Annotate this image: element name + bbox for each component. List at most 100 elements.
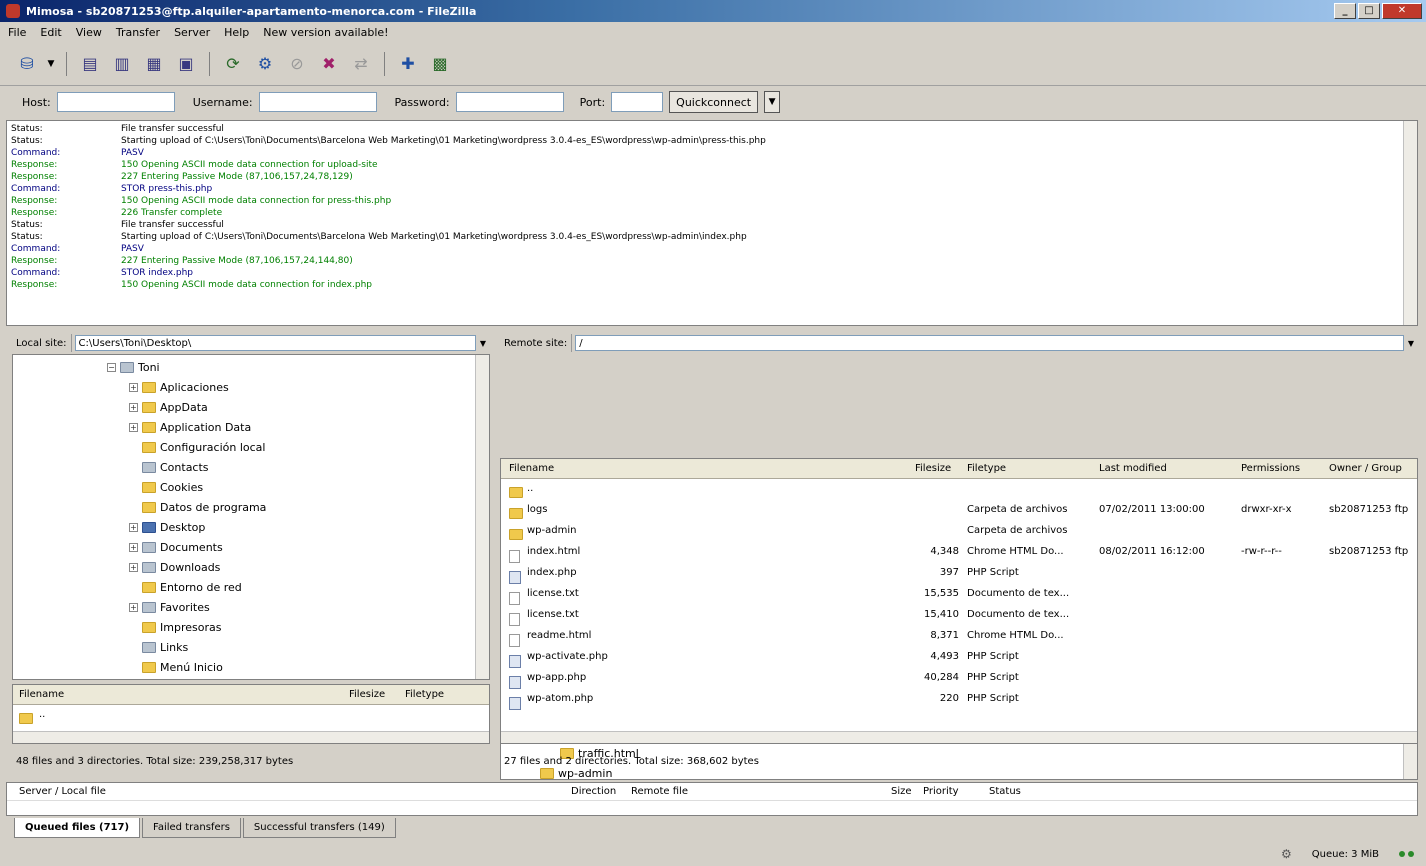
remote-col-filesize[interactable]: Filesize [915,463,951,474]
expand-toggle-icon[interactable]: + [129,422,138,432]
tab-queued-files[interactable]: Queued files (717) [14,818,141,838]
queue-col-remote[interactable]: Remote file [631,786,688,797]
remote-col-filetype[interactable]: Filetype [967,463,1006,474]
tree-node[interactable]: + Documents [129,537,223,557]
minimize-button[interactable]: _ [1334,3,1356,19]
menu-file[interactable]: File [8,26,26,39]
menu-edit[interactable]: Edit [40,26,61,39]
table-row[interactable]: logs Carpeta de archivos 07/02/2011 13:00:… [501,500,1417,521]
expand-toggle-icon[interactable]: + [129,542,138,552]
table-row[interactable]: wp-atom.php 220 PHP Script [501,689,1417,710]
local-tree-scrollbar[interactable] [475,355,489,679]
remote-file-hscrollbar[interactable] [501,731,1417,743]
tree-node[interactable]: + AppData [129,397,208,417]
transfer-queue[interactable]: Server / Local file Direction Remote fil… [6,782,1418,816]
tree-node[interactable]: Cookies [129,477,203,497]
menu-help[interactable]: Help [224,26,249,39]
dropdown-arrow-icon[interactable]: ▼ [46,51,56,77]
menu-new-version[interactable]: New version available! [263,26,388,39]
php-file-icon [509,697,521,710]
local-file-list[interactable]: Filename Filesize Filetype .. [12,684,490,744]
tab-failed-transfers[interactable]: Failed transfers [142,818,241,838]
tree-node[interactable]: + Downloads [129,557,220,577]
toggle-log-icon[interactable]: ▤ [77,51,103,77]
remote-col-permissions[interactable]: Permissions [1241,463,1300,474]
menu-view[interactable]: View [76,26,102,39]
table-row[interactable]: .. [13,705,489,726]
table-row[interactable]: .. [501,479,1417,500]
local-path-input[interactable]: C:\Users\Toni\Desktop\ [74,335,476,351]
expand-toggle-icon[interactable]: + [129,522,138,532]
tree-node[interactable]: Datos de programa [129,497,266,517]
tree-node[interactable]: Entorno de red [129,577,242,597]
local-directory-tree[interactable]: − Toni + Aplicaciones + AppData + Application D… [12,354,490,680]
local-file-hscrollbar[interactable] [13,731,489,743]
menu-server[interactable]: Server [174,26,210,39]
port-input[interactable] [611,92,664,112]
expand-toggle-icon[interactable]: + [129,402,138,412]
speed-limit-icon[interactable]: ⚙ [1281,847,1292,861]
remote-col-owner[interactable]: Owner / Group [1329,463,1402,474]
directory-listing-filters-icon[interactable]: ✚ [395,51,421,77]
queue-col-size[interactable]: Size [891,786,912,797]
tree-node[interactable]: Configuración local [129,437,265,457]
process-queue-icon[interactable]: ⚙ [252,51,278,77]
refresh-icon[interactable]: ⟳ [220,51,246,77]
password-input[interactable] [455,92,564,112]
table-row[interactable]: license.txt 15,535 Documento de tex... [501,584,1417,605]
toggle-queue-icon[interactable]: ▣ [173,51,199,77]
remote-col-filename[interactable]: Filename [509,463,554,474]
remote-col-modified[interactable]: Last modified [1099,463,1167,474]
table-row[interactable]: readme.html 8,371 Chrome HTML Do... [501,626,1417,647]
table-row[interactable]: index.php 397 PHP Script [501,563,1417,584]
maximize-button[interactable]: □ [1358,3,1380,19]
message-log[interactable]: Status: File transfer successful Status: St… [6,120,1418,326]
tree-node[interactable]: + Desktop [129,517,205,537]
tree-node[interactable]: Links [129,637,188,657]
close-button[interactable]: ✕ [1382,3,1422,19]
quickconnect-button[interactable]: Quickconnect [669,91,759,113]
table-row[interactable]: license.txt 15,410 Documento de tex... [501,605,1417,626]
username-input[interactable] [258,92,377,112]
file-name: wp-activate.php [527,651,608,662]
table-row[interactable]: index.html 4,348 Chrome HTML Do... 08/02/20… [501,542,1417,563]
table-row[interactable]: wp-admin Carpeta de archivos [501,521,1417,542]
toggle-local-tree-icon[interactable]: ▥ [109,51,135,77]
tab-successful-transfers[interactable]: Successful transfers (149) [242,818,396,838]
expand-toggle-icon[interactable]: + [129,562,138,572]
synchronized-browsing-icon[interactable]: ▩ [427,51,453,77]
cancel-icon[interactable]: ⊘ [284,51,310,77]
reconnect-icon[interactable]: ⇄ [348,51,374,77]
tree-node[interactable]: + Favorites [129,597,210,617]
queue-col-direction[interactable]: Direction [571,786,616,797]
host-input[interactable] [56,92,175,112]
local-path-dropdown[interactable]: ▼ [476,339,490,348]
tree-node[interactable]: + Aplicaciones [129,377,229,397]
disconnect-icon[interactable]: ✖ [316,51,342,77]
local-col-filetype[interactable]: Filetype [405,689,444,700]
queue-col-status[interactable]: Status [989,786,1021,797]
local-col-filename[interactable]: Filename [19,689,64,700]
remote-path-dropdown[interactable]: ▼ [1404,339,1418,348]
log-scrollbar[interactable] [1403,121,1417,325]
remote-path-input[interactable]: / [575,335,1404,351]
tree-node[interactable]: Impresoras [129,617,221,637]
log-entry: Status: File transfer successful [11,219,1413,231]
table-row[interactable]: wp-activate.php 4,493 PHP Script [501,647,1417,668]
tree-node[interactable]: Menú Inicio [129,657,223,677]
remote-file-list[interactable]: Filename Filesize Filetype Last modified… [500,458,1418,744]
tree-node[interactable]: + Application Data [129,417,251,437]
expand-toggle-icon[interactable]: − [107,362,116,372]
tree-node[interactable]: − Toni [107,357,160,377]
expand-toggle-icon[interactable]: + [129,602,138,612]
site-manager-icon[interactable]: ⛁ [14,51,40,77]
quickconnect-dropdown[interactable]: ▼ [764,91,781,113]
table-row[interactable]: wp-app.php 40,284 PHP Script [501,668,1417,689]
menu-transfer[interactable]: Transfer [116,26,160,39]
queue-col-priority[interactable]: Priority [923,786,959,797]
expand-toggle-icon[interactable]: + [129,382,138,392]
toggle-remote-tree-icon[interactable]: ▦ [141,51,167,77]
queue-col-server[interactable]: Server / Local file [19,786,106,797]
tree-node[interactable]: Contacts [129,457,209,477]
local-col-filesize[interactable]: Filesize [349,689,385,700]
